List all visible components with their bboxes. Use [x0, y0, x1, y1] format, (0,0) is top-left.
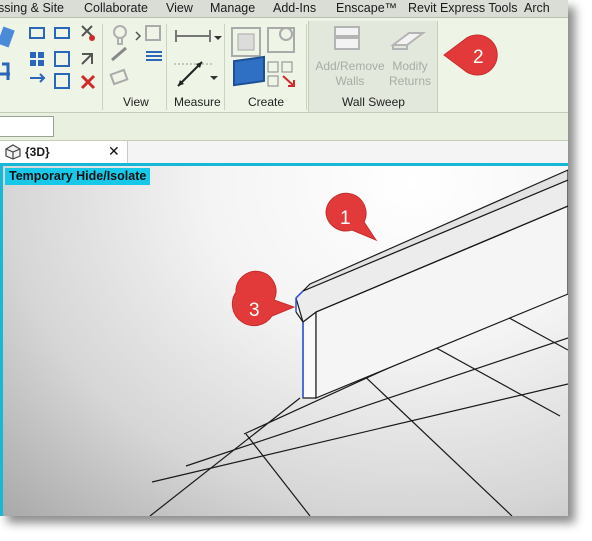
- callout-1: 1: [325, 192, 378, 242]
- callout-3: 3: [231, 270, 296, 327]
- callout-3-number: 3: [249, 300, 260, 321]
- app-window: ssing & Site Collaborate View Manage Add…: [0, 0, 568, 516]
- callout-2: 2: [443, 34, 498, 76]
- callout-1-number: 1: [340, 208, 351, 229]
- callout-2-number: 2: [473, 47, 484, 68]
- callout-layer: 1 2 3: [231, 34, 498, 327]
